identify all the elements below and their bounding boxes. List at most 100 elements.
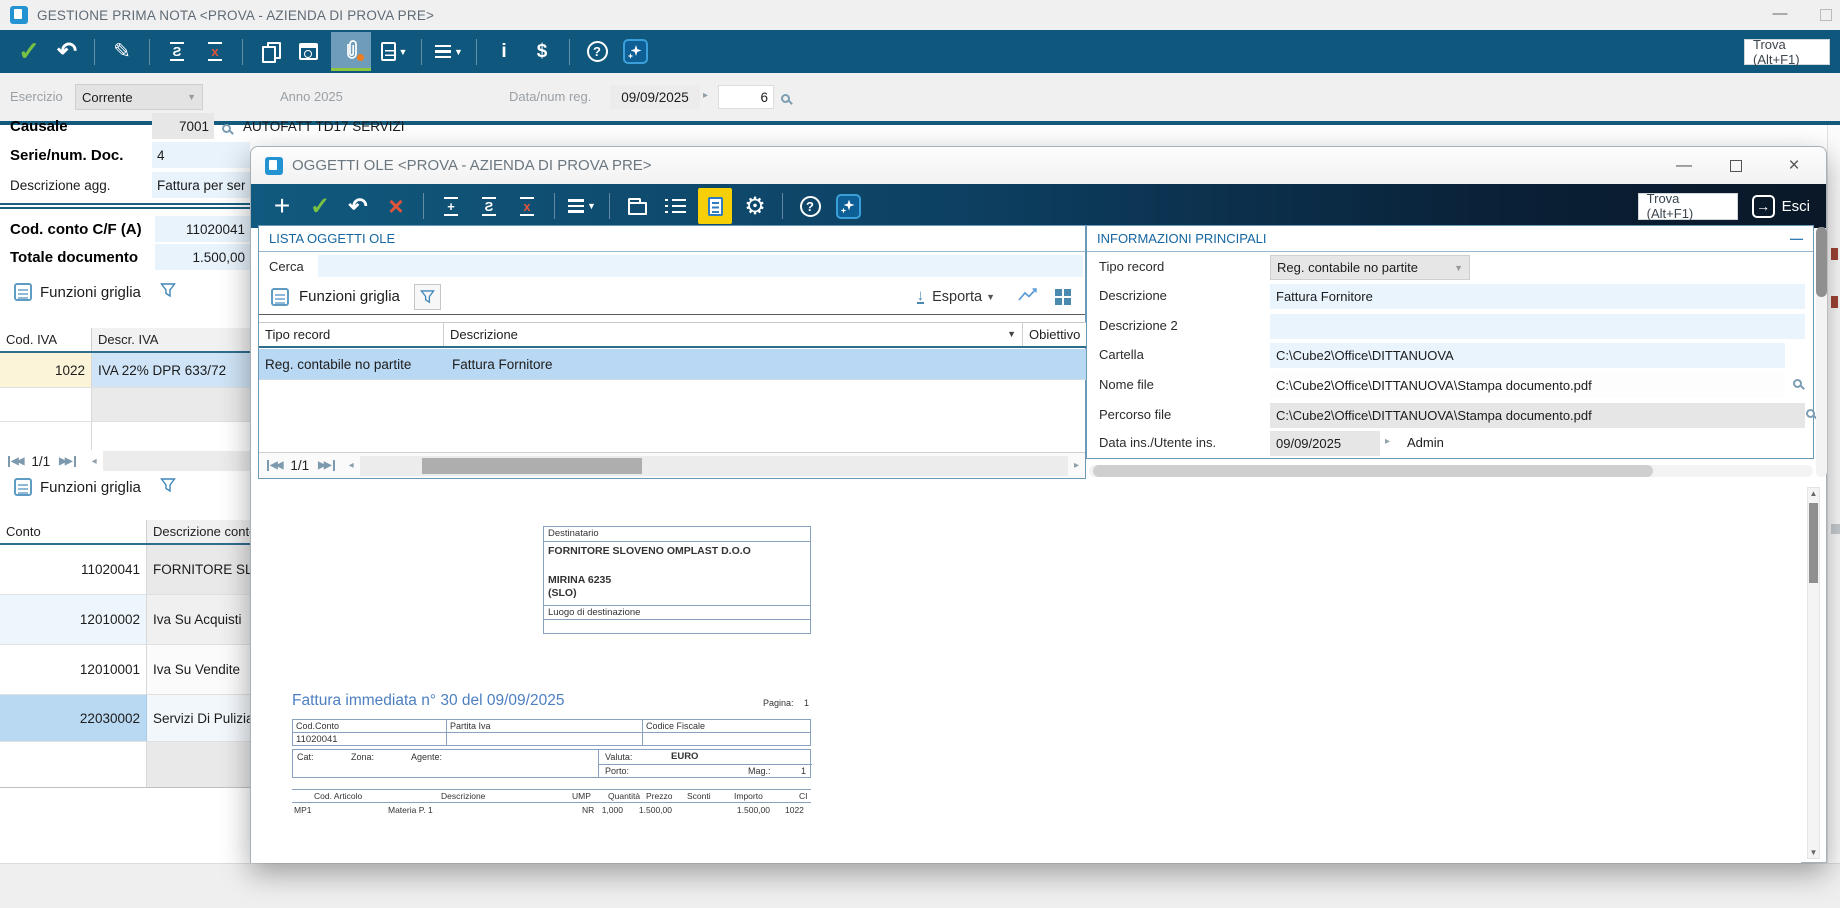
descr-agg-input[interactable]: Fattura per serv	[152, 172, 250, 198]
scrollbar-thumb[interactable]	[1816, 227, 1827, 297]
currency-icon[interactable]: $	[528, 35, 556, 69]
totale-input[interactable]: 1.500,00	[155, 244, 250, 270]
delete-icon[interactable]: ×	[382, 189, 410, 223]
maximize-button[interactable]	[1820, 9, 1832, 21]
last-page-icon[interactable]: ▶▶	[59, 456, 75, 467]
column-header[interactable]: Descrizione conto	[147, 520, 253, 543]
grid-functions-icon[interactable]	[14, 283, 32, 301]
table-row-empty[interactable]	[0, 422, 253, 450]
list-icon[interactable]	[661, 189, 689, 223]
confirm-icon[interactable]: ✓	[15, 35, 43, 69]
chart-icon[interactable]	[1017, 286, 1039, 308]
collapse-panel-icon[interactable]: —	[1790, 231, 1803, 246]
descrizione-input[interactable]: Fattura Fornitore	[1270, 284, 1805, 309]
chevron-down-icon[interactable]: ▼	[986, 292, 995, 302]
filter-funnel-icon[interactable]	[160, 477, 176, 499]
data-reg-input[interactable]: 09/09/2025	[610, 85, 700, 109]
scroll-left-icon[interactable]: ◂	[349, 460, 354, 471]
data-ins-field[interactable]: 09/09/2025	[1270, 431, 1380, 456]
undo-icon[interactable]: ↶	[344, 189, 372, 223]
nome-file-input[interactable]: C:\Cube2\Office\DITTANUOVA\Stampa docume…	[1270, 373, 1785, 398]
menu-icon[interactable]: ▼	[435, 35, 463, 69]
edit-pencil-icon[interactable]: ✎	[108, 35, 136, 69]
grid-functions-icon[interactable]	[14, 478, 32, 496]
delete-row-icon[interactable]: x	[201, 35, 229, 69]
column-header[interactable]: Descrizione ▼	[444, 323, 1023, 346]
first-page-icon[interactable]: ◀◀	[8, 456, 22, 467]
add-icon[interactable]: +	[268, 189, 296, 223]
horizontal-scrollbar[interactable]	[360, 456, 1068, 476]
filter-funnel-button[interactable]	[414, 284, 441, 310]
column-header[interactable]: Obiettivo	[1023, 323, 1087, 346]
scrollbar-thumb[interactable]	[1809, 503, 1818, 583]
table-row-selected[interactable]: 22030002 Servizi Di Pulizia	[0, 695, 253, 742]
dialog-maximize-button[interactable]	[1713, 147, 1759, 184]
scroll-left-icon[interactable]: ◂	[92, 456, 97, 467]
copy-icon[interactable]	[256, 35, 284, 69]
grid-functions-icon[interactable]	[271, 288, 289, 306]
info-horizontal-scrollbar[interactable]	[1089, 465, 1813, 477]
calendar-search-icon[interactable]	[294, 35, 322, 69]
search-icon[interactable]	[781, 94, 790, 103]
help-icon[interactable]: ?	[796, 189, 824, 223]
date-spinner-icon[interactable]: ▸	[703, 90, 708, 101]
first-page-icon[interactable]: ◀◀	[267, 460, 281, 471]
column-header[interactable]: Descr. IVA	[92, 328, 253, 351]
insert-row-icon[interactable]: +	[437, 189, 465, 223]
document-view-icon-active[interactable]	[698, 188, 732, 224]
ai-sparkle-icon[interactable]	[621, 35, 649, 69]
help-icon[interactable]: ?	[583, 35, 611, 69]
causale-code-input[interactable]: 7001	[152, 113, 214, 139]
scroll-right-icon[interactable]: ▸	[1074, 460, 1079, 471]
delete-row-icon[interactable]: x	[513, 189, 541, 223]
preview-vertical-scrollbar[interactable]: ▲ ▼	[1807, 487, 1820, 859]
document-menu-icon[interactable]: ▼	[380, 35, 408, 69]
ole-row-selected[interactable]: Reg. contabile no partite Fattura Fornit…	[259, 349, 1087, 380]
filter-funnel-icon[interactable]	[160, 282, 176, 304]
table-row-empty[interactable]	[0, 388, 253, 422]
table-row[interactable]: 12010001 Iva Su Vendite	[0, 645, 253, 695]
last-page-icon[interactable]: ▶▶	[318, 460, 334, 471]
column-header[interactable]: Tipo record	[259, 323, 444, 346]
table-row[interactable]: 12010002 Iva Su Acquisti	[0, 595, 253, 645]
settings-gear-icon[interactable]: ⚙	[741, 189, 769, 223]
cod-conto-input[interactable]: 11020041	[155, 216, 250, 242]
date-spinner-icon[interactable]: ▸	[1385, 436, 1390, 447]
find-button[interactable]: Trova (Alt+F1)	[1744, 39, 1830, 65]
horizontal-scrollbar[interactable]	[103, 451, 253, 471]
esporta-button[interactable]: Esporta	[932, 289, 982, 305]
revert-row-icon[interactable]: Ƨ	[475, 189, 503, 223]
descrizione2-input[interactable]	[1270, 314, 1805, 339]
cartella-lookup-icon[interactable]	[1793, 379, 1802, 388]
open-folder-icon[interactable]	[623, 189, 651, 223]
nome-file-lookup-icon[interactable]	[1806, 409, 1815, 418]
column-header[interactable]: Cod. IVA	[0, 328, 92, 351]
minimize-button[interactable]: —	[1758, 0, 1802, 30]
causale-lookup-icon[interactable]	[222, 124, 231, 133]
esci-button[interactable]: → Esci	[1752, 195, 1810, 218]
scroll-down-icon[interactable]: ▼	[1808, 848, 1819, 857]
attachments-icon-active[interactable]	[331, 32, 371, 71]
column-header[interactable]: Conto	[0, 520, 147, 543]
serie-input[interactable]: 4	[152, 142, 250, 168]
menu-icon[interactable]: ▼	[568, 189, 596, 223]
table-row[interactable]: 1022 IVA 22% DPR 633/72	[0, 353, 253, 388]
vertical-scrollbar[interactable]	[1816, 227, 1827, 477]
dialog-find-button[interactable]: Trova (Alt+F1)	[1638, 193, 1738, 220]
tipo-record-select[interactable]: Reg. contabile no partite▼	[1270, 255, 1470, 280]
num-reg-input[interactable]: 6	[718, 85, 774, 109]
cerca-input[interactable]	[318, 255, 1083, 277]
ai-sparkle-icon[interactable]	[834, 189, 862, 223]
undo-icon[interactable]: ↶	[53, 35, 81, 69]
table-row-empty[interactable]	[0, 742, 253, 787]
column-filter-icon[interactable]: ▼	[1007, 329, 1016, 339]
info-icon[interactable]: i	[490, 35, 518, 69]
confirm-icon[interactable]: ✓	[306, 189, 334, 223]
scrollbar-thumb[interactable]	[1093, 465, 1653, 477]
dialog-close-button[interactable]: ×	[1771, 147, 1817, 184]
grid-view-icon[interactable]	[1055, 289, 1071, 305]
table-row[interactable]: 11020041 FORNITORE SLOVENO	[0, 545, 253, 595]
cartella-input[interactable]: C:\Cube2\Office\DITTANUOVA	[1270, 343, 1785, 368]
esercizio-select[interactable]: Corrente▼	[75, 84, 203, 110]
revert-row-icon[interactable]: Ƨ	[163, 35, 191, 69]
